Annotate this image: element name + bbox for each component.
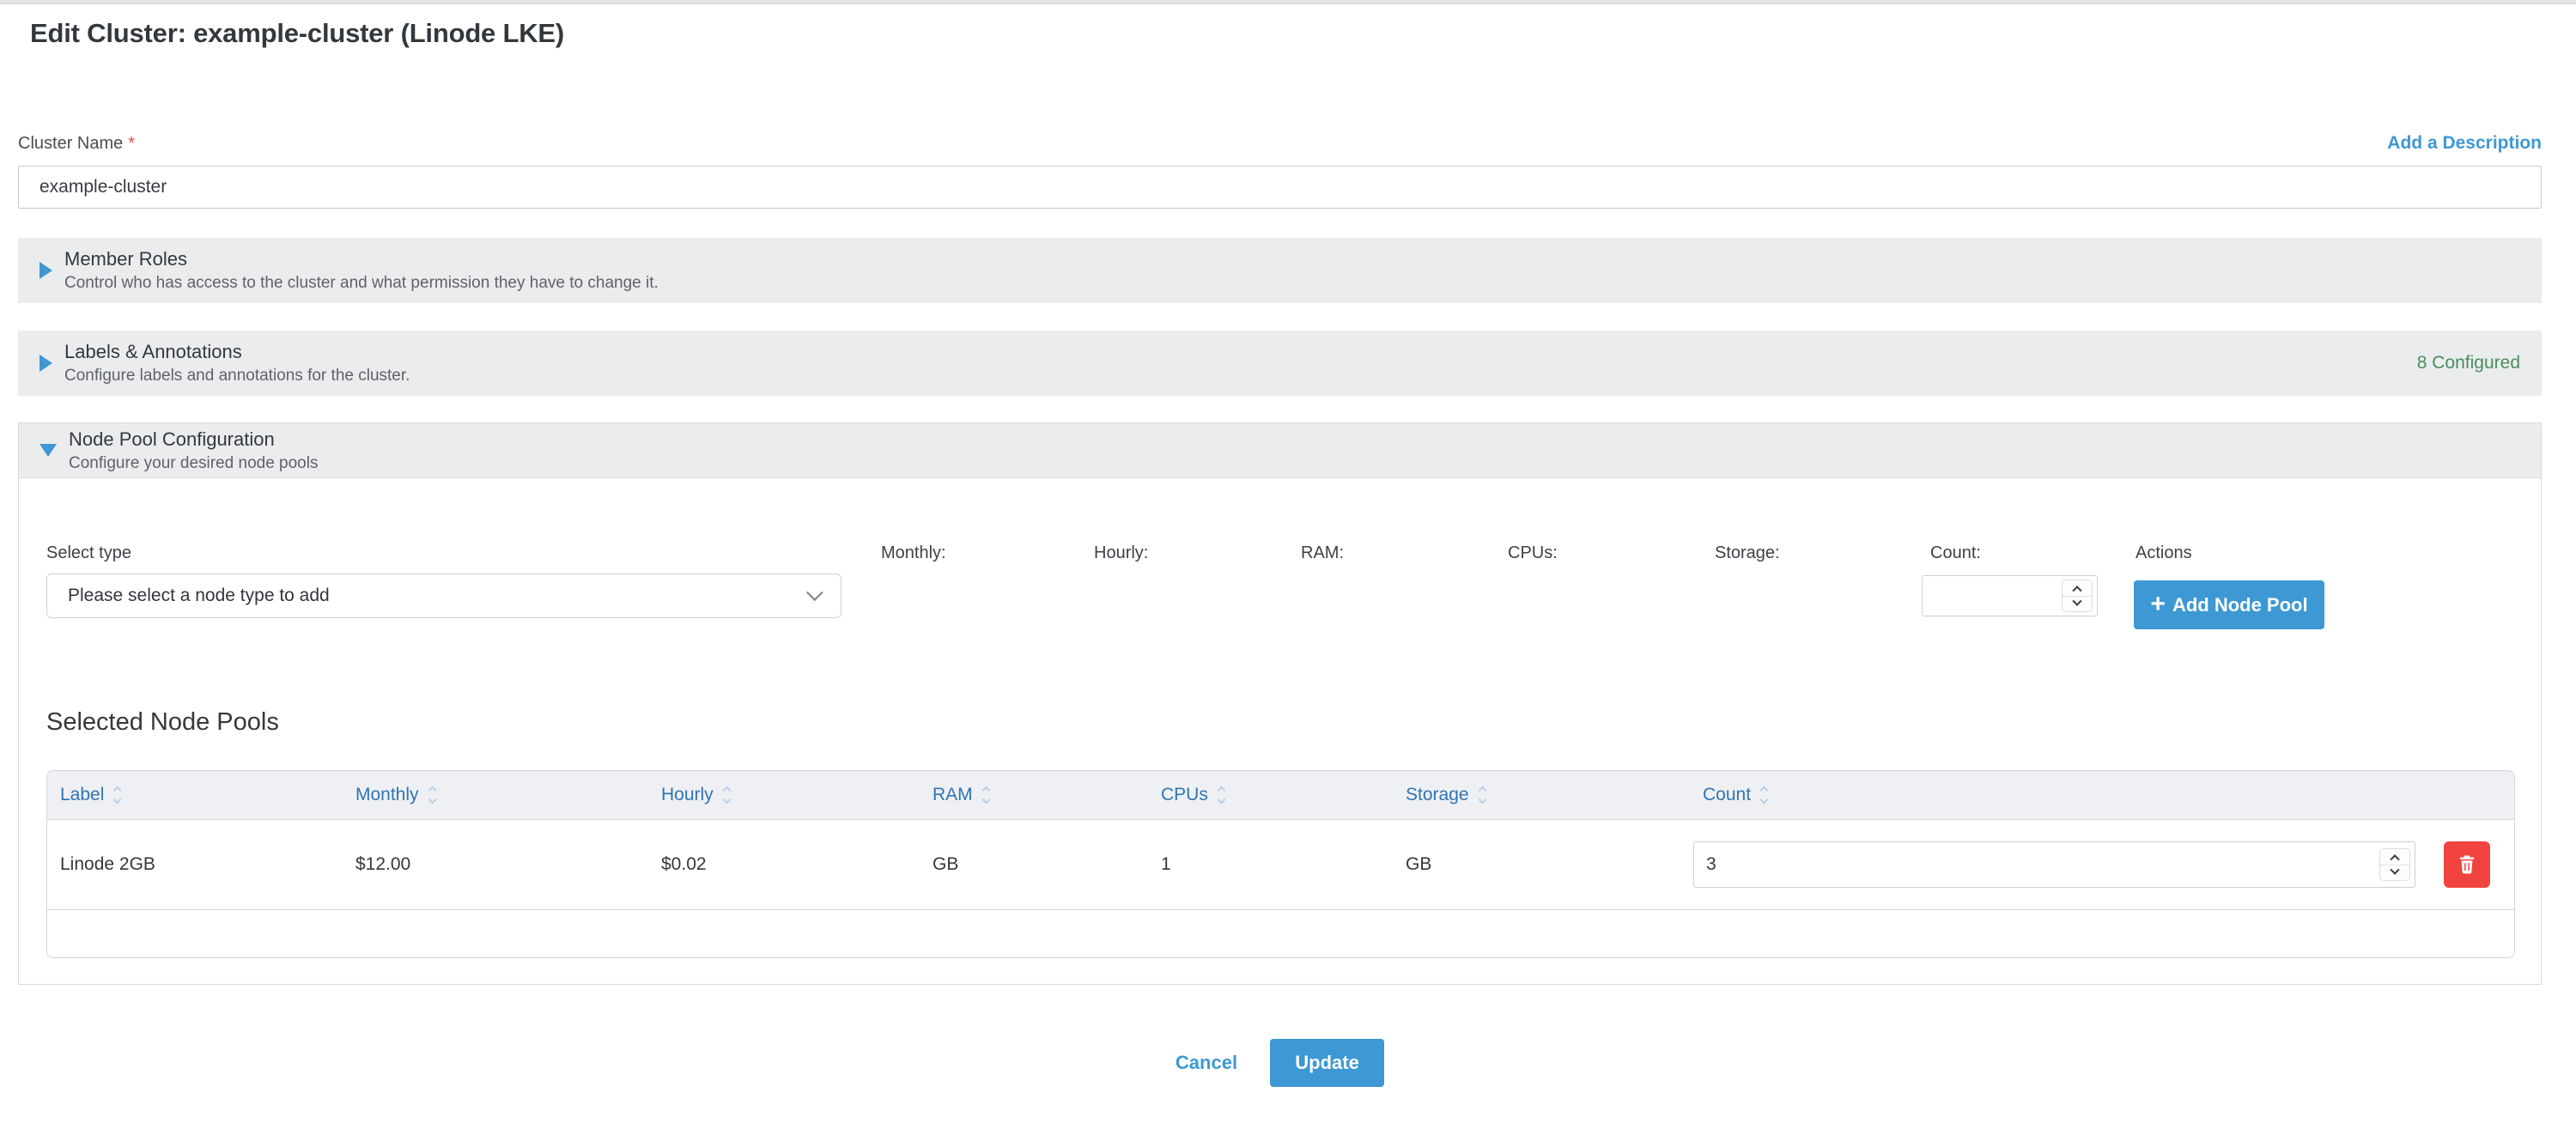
ram-column-label: RAM:	[1301, 543, 1344, 563]
top-divider	[0, 0, 2576, 4]
delete-node-pool-button[interactable]	[2444, 841, 2490, 888]
sort-icon	[114, 787, 120, 803]
stepper-down-button[interactable]	[2380, 865, 2409, 881]
storage-column-label: Storage:	[1715, 543, 1780, 563]
chevron-down-icon	[2072, 597, 2081, 606]
selected-node-pools-table: Label Monthly Hourly RAM	[46, 770, 2515, 958]
labels-annotations-title: Labels & Annotations	[64, 341, 410, 363]
count-stepper	[1922, 575, 2098, 616]
node-pool-configuration-section: Node Pool Configuration Configure your d…	[18, 422, 2542, 985]
expand-right-icon	[39, 262, 52, 279]
member-roles-subtitle: Control who has access to the cluster an…	[64, 274, 659, 293]
table-header-row: Label Monthly Hourly RAM	[47, 771, 2514, 820]
sort-icon	[1218, 787, 1224, 803]
member-roles-title: Member Roles	[64, 248, 659, 270]
edit-cluster-form: Cluster Name* Add a Description Member R…	[0, 133, 2576, 1087]
chevron-up-icon	[2390, 854, 2399, 864]
labels-annotations-subtitle: Configure labels and annotations for the…	[64, 367, 410, 385]
cell-monthly: $12.00	[355, 854, 661, 875]
stepper-up-button[interactable]	[2063, 580, 2092, 597]
header-hourly[interactable]: Hourly	[661, 785, 933, 805]
node-pool-subtitle: Configure your desired node pools	[69, 454, 318, 473]
select-type-label: Select type	[46, 543, 131, 563]
header-cpus[interactable]: CPUs	[1161, 785, 1406, 805]
sort-icon	[724, 787, 730, 803]
sort-icon	[983, 787, 989, 803]
actions-column-label: Actions	[2136, 543, 2192, 563]
cluster-name-label: Cluster Name*	[18, 134, 135, 154]
row-count-input[interactable]	[1694, 842, 2415, 887]
row-count-stepper	[1693, 841, 2415, 888]
accordion-member-roles[interactable]: Member Roles Control who has access to t…	[18, 238, 2542, 303]
node-pool-content: Select type Monthly: Hourly: RAM: CPUs: …	[19, 478, 2541, 984]
cancel-button[interactable]: Cancel	[1176, 1052, 1237, 1074]
chevron-up-icon	[2072, 586, 2081, 595]
cluster-name-input[interactable]	[18, 166, 2542, 209]
expand-right-icon	[39, 355, 52, 372]
stepper-arrows	[2379, 848, 2410, 881]
accordion-node-pool-header[interactable]: Node Pool Configuration Configure your d…	[19, 423, 2541, 478]
hourly-column-label: Hourly:	[1094, 543, 1148, 563]
sort-icon	[1479, 787, 1485, 803]
cell-ram: GB	[933, 854, 1161, 875]
page-title: Edit Cluster: example-cluster (Linode LK…	[30, 18, 2576, 49]
update-button[interactable]: Update	[1270, 1039, 1384, 1087]
node-pool-title: Node Pool Configuration	[69, 428, 318, 451]
node-type-select[interactable]: Please select a node type to add	[46, 574, 841, 618]
accordion-labels-annotations[interactable]: Labels & Annotations Configure labels an…	[18, 331, 2542, 396]
monthly-column-label: Monthly:	[881, 543, 946, 563]
required-asterisk: *	[128, 134, 135, 153]
header-ram[interactable]: RAM	[933, 785, 1161, 805]
form-actions: Cancel Update	[18, 1039, 2542, 1087]
sort-icon	[1761, 787, 1767, 803]
add-node-pool-button[interactable]: + Add Node Pool	[2134, 580, 2324, 629]
stepper-down-button[interactable]	[2063, 597, 2092, 612]
cpus-column-label: CPUs:	[1508, 543, 1558, 563]
trash-icon	[2455, 853, 2479, 877]
chevron-down-icon	[2390, 865, 2399, 875]
cell-hourly: $0.02	[661, 854, 933, 875]
cell-count	[1693, 820, 2514, 909]
table-footer-row	[47, 910, 2514, 957]
stepper-up-button[interactable]	[2380, 849, 2409, 865]
chevron-down-icon	[806, 584, 823, 601]
header-storage[interactable]: Storage	[1406, 785, 1693, 805]
header-count[interactable]: Count	[1693, 785, 2514, 805]
table-row: Linode 2GB $12.00 $0.02 GB 1 GB	[47, 820, 2514, 910]
cell-cpus: 1	[1161, 854, 1406, 875]
header-monthly[interactable]: Monthly	[355, 785, 661, 805]
labels-configured-badge: 8 Configured	[2417, 353, 2520, 373]
node-type-select-value: Please select a node type to add	[68, 586, 330, 606]
collapse-down-icon	[39, 444, 57, 457]
cell-storage: GB	[1406, 854, 1693, 875]
selected-node-pools-heading: Selected Node Pools	[46, 708, 279, 737]
header-label[interactable]: Label	[60, 785, 355, 805]
cell-label: Linode 2GB	[60, 854, 355, 875]
sort-icon	[429, 787, 435, 803]
stepper-arrows	[2062, 580, 2093, 612]
count-column-label: Count:	[1930, 543, 1981, 563]
add-description-link[interactable]: Add a Description	[2387, 133, 2542, 154]
